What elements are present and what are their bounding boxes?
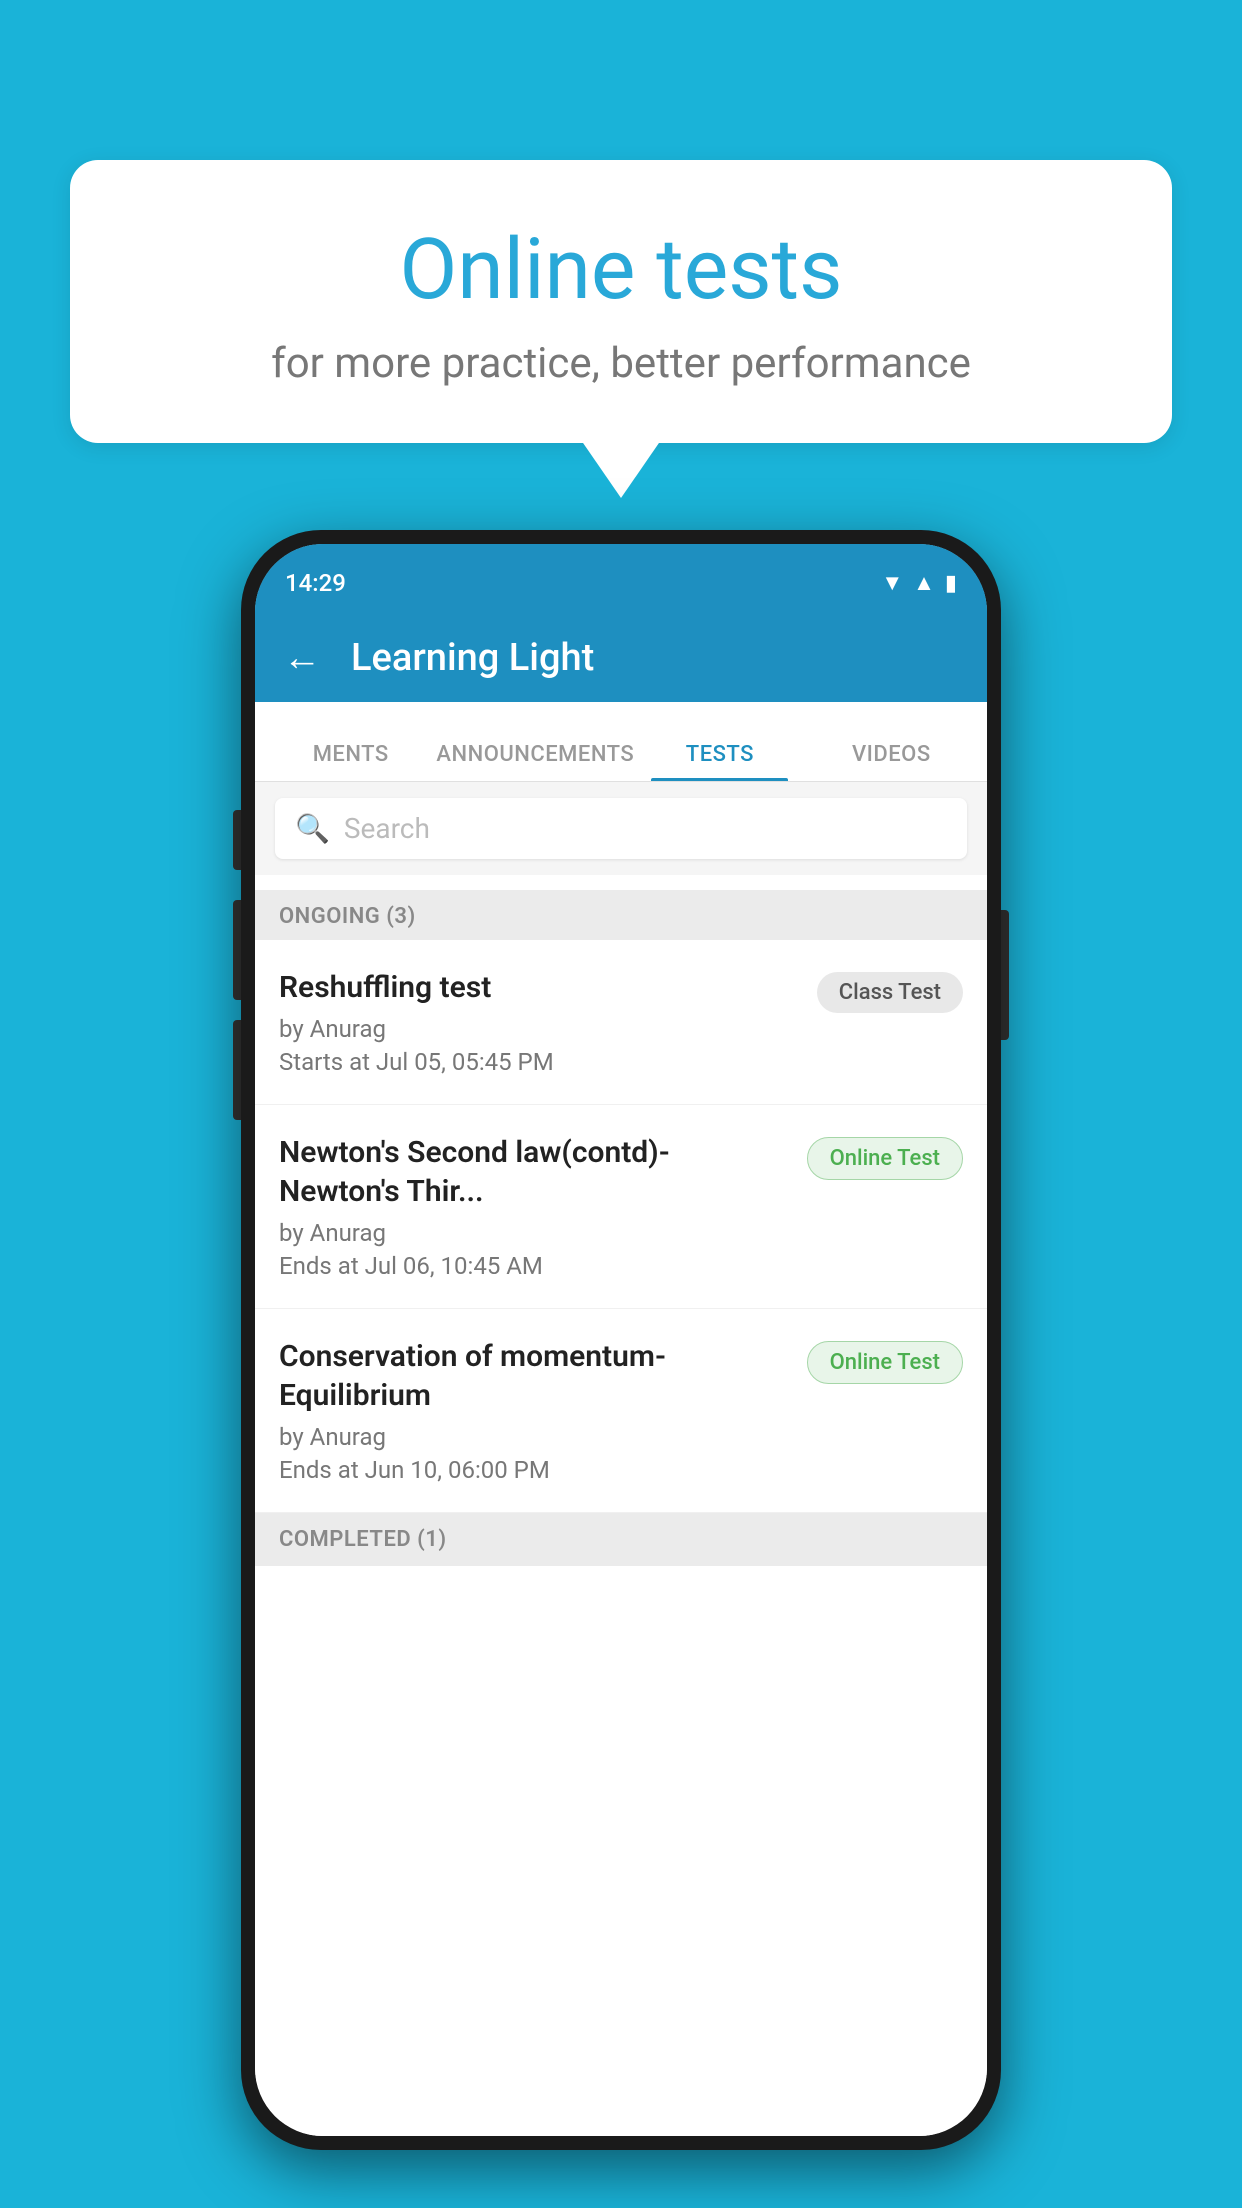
volume-up-button-2 <box>233 1020 241 1120</box>
test-name-3: Conservation of momentum-Equilibrium <box>279 1337 787 1415</box>
ongoing-section-header: ONGOING (3) <box>255 890 987 943</box>
back-button[interactable]: ← <box>283 636 321 680</box>
app-bar: ← Learning Light <box>255 614 987 702</box>
test-author-2: by Anurag <box>279 1219 787 1247</box>
wifi-icon: ▼ <box>881 570 903 596</box>
search-box[interactable]: 🔍 Search <box>275 798 967 859</box>
test-item-2[interactable]: Newton's Second law(contd)-Newton's Thir… <box>255 1105 987 1309</box>
test-name-1: Reshuffling test <box>279 968 797 1007</box>
test-info-3: Conservation of momentum-Equilibrium by … <box>279 1337 807 1484</box>
search-container: 🔍 Search <box>255 782 987 875</box>
test-date-3: Ends at Jun 10, 06:00 PM <box>279 1456 787 1484</box>
test-date-2: Ends at Jul 06, 10:45 AM <box>279 1252 787 1280</box>
search-placeholder: Search <box>344 812 430 845</box>
test-badge-3: Online Test <box>807 1341 963 1384</box>
test-author-3: by Anurag <box>279 1423 787 1451</box>
test-info-1: Reshuffling test by Anurag Starts at Jul… <box>279 968 817 1076</box>
status-icons: ▼ ▲ ▮ <box>881 570 957 596</box>
test-badge-2: Online Test <box>807 1137 963 1180</box>
volume-up-button <box>233 900 241 1000</box>
phone-frame: 14:29 ▼ ▲ ▮ ← Learning Light MENTS ANNOU… <box>241 530 1001 2150</box>
test-info-2: Newton's Second law(contd)-Newton's Thir… <box>279 1133 807 1280</box>
bubble-subtitle: for more practice, better performance <box>120 339 1122 388</box>
completed-section-header: COMPLETED (1) <box>255 1513 987 1566</box>
volume-down-button <box>233 810 241 870</box>
tab-announcements[interactable]: ANNOUNCEMENTS <box>436 742 634 781</box>
test-name-2: Newton's Second law(contd)-Newton's Thir… <box>279 1133 787 1211</box>
tab-tests[interactable]: TESTS <box>634 742 805 781</box>
test-author-1: by Anurag <box>279 1015 797 1043</box>
phone-screen: 14:29 ▼ ▲ ▮ ← Learning Light MENTS ANNOU… <box>255 544 987 2136</box>
app-title: Learning Light <box>351 636 594 680</box>
bubble-title: Online tests <box>120 220 1122 319</box>
status-time: 14:29 <box>285 569 346 597</box>
tab-videos[interactable]: VIDEOS <box>806 742 977 781</box>
tab-ments[interactable]: MENTS <box>265 742 436 781</box>
search-icon: 🔍 <box>295 812 330 845</box>
battery-icon: ▮ <box>945 571 957 596</box>
status-bar: 14:29 ▼ ▲ ▮ <box>255 544 987 614</box>
tests-list: Reshuffling test by Anurag Starts at Jul… <box>255 940 987 2136</box>
power-button <box>1001 910 1009 1040</box>
signal-icon: ▲ <box>913 570 935 596</box>
test-badge-1: Class Test <box>817 972 963 1013</box>
phone-mockup: 14:29 ▼ ▲ ▮ ← Learning Light MENTS ANNOU… <box>241 530 1001 2150</box>
completed-header-text: COMPLETED (1) <box>279 1527 447 1552</box>
test-date-1: Starts at Jul 05, 05:45 PM <box>279 1048 797 1076</box>
ongoing-header-text: ONGOING (3) <box>279 904 416 929</box>
tabs-bar: MENTS ANNOUNCEMENTS TESTS VIDEOS <box>255 702 987 782</box>
test-item-1[interactable]: Reshuffling test by Anurag Starts at Jul… <box>255 940 987 1105</box>
test-item-3[interactable]: Conservation of momentum-Equilibrium by … <box>255 1309 987 1513</box>
speech-bubble: Online tests for more practice, better p… <box>70 160 1172 443</box>
